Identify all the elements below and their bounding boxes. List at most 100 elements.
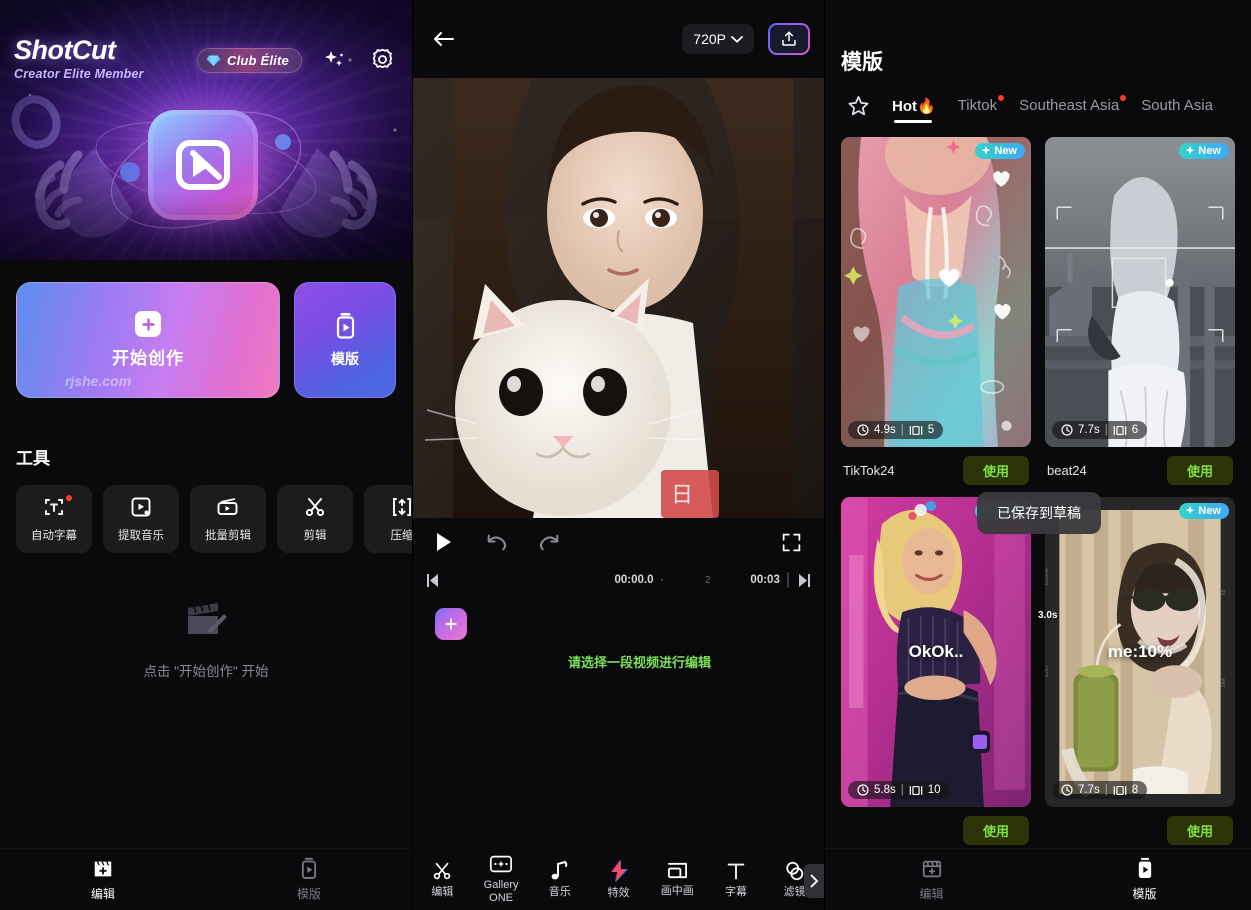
template-overlay-text: me:10% bbox=[1108, 642, 1172, 662]
tool-label: 自动字幕 bbox=[31, 527, 77, 543]
export-button[interactable] bbox=[768, 23, 810, 55]
toolbar-scroll-right-button[interactable] bbox=[804, 864, 824, 898]
tab-south-asia[interactable]: South Asia bbox=[1141, 97, 1213, 122]
nav-item-edit[interactable]: 编辑 bbox=[825, 858, 1038, 902]
template-thumbnail[interactable]: OkOk.. New 5.8s | 10 bbox=[841, 497, 1031, 807]
template-card: KODAK 5207 38 38A me:10% New bbox=[1045, 497, 1235, 845]
total-time: 00:03 bbox=[750, 574, 779, 586]
batch-edit-icon bbox=[215, 495, 241, 519]
ctool-label: 画中画 bbox=[661, 885, 694, 898]
resolution-selector[interactable]: 720P bbox=[682, 24, 754, 54]
resolution-value: 720P bbox=[693, 31, 726, 47]
watermark: rjshe.com bbox=[65, 373, 131, 389]
template-name: beat24 bbox=[1047, 463, 1087, 478]
card-footer: beat24 使用 bbox=[1045, 447, 1235, 485]
start-create-label: 开始创作 bbox=[112, 344, 184, 369]
auto-caption-icon bbox=[42, 495, 66, 519]
tool-label: 压缩 bbox=[391, 527, 413, 543]
use-template-button[interactable]: 使用 bbox=[1167, 816, 1233, 845]
template-card: New 4.9s | 5 TikTok24 bbox=[841, 137, 1031, 485]
tool-cut[interactable]: 剪辑 bbox=[277, 485, 353, 553]
tab-label: Tiktok bbox=[958, 97, 997, 114]
clip-count-icon bbox=[909, 425, 923, 436]
playback-controls bbox=[413, 518, 824, 566]
brand-title: ShotCut bbox=[14, 35, 144, 66]
ctool-label: 特效 bbox=[608, 887, 630, 900]
template-thumbnail[interactable]: KODAK 5207 38 38A me:10% New bbox=[1045, 497, 1235, 807]
tab-label: Hot🔥 bbox=[892, 98, 936, 115]
ctool-pip[interactable]: 画中画 bbox=[648, 860, 707, 898]
sparkle-icon[interactable] bbox=[322, 48, 346, 77]
undo-button[interactable] bbox=[485, 532, 507, 552]
play-button[interactable] bbox=[435, 532, 453, 552]
clock-icon bbox=[857, 424, 869, 436]
fullscreen-button[interactable] bbox=[781, 532, 802, 553]
card-footer: 使用 bbox=[841, 807, 1031, 845]
timeline-track-music: 音乐 bbox=[413, 789, 824, 831]
svg-text:KODAK: KODAK bbox=[1045, 567, 1050, 585]
ctool-gallery-one[interactable]: Gallery ONE bbox=[472, 853, 531, 904]
back-button[interactable] bbox=[427, 22, 461, 56]
template-overlay-text: OkOk.. bbox=[909, 642, 964, 662]
diamond-icon bbox=[206, 54, 221, 67]
nav-label: 编辑 bbox=[91, 885, 115, 902]
tool-label: 剪辑 bbox=[304, 527, 327, 543]
redo-icon bbox=[539, 532, 561, 552]
template-meta: 4.9s | 5 bbox=[848, 421, 943, 439]
prev-frame-icon[interactable] bbox=[427, 574, 441, 587]
duration-value: 4.9s bbox=[874, 424, 896, 436]
use-template-button[interactable]: 使用 bbox=[1167, 456, 1233, 485]
use-template-button[interactable]: 使用 bbox=[963, 816, 1029, 845]
extract-audio-icon bbox=[129, 495, 153, 519]
empty-state-text: 点击 "开始创作" 开始 bbox=[143, 660, 268, 680]
gallery-one-icon bbox=[489, 853, 513, 875]
clock-icon bbox=[1061, 784, 1073, 796]
tool-batch-edit[interactable]: 批量剪辑 bbox=[190, 485, 266, 553]
club-elite-badge[interactable]: Club Élite bbox=[197, 48, 302, 73]
ctool-subtitle[interactable]: 字幕 bbox=[707, 860, 766, 899]
tool-extract-audio[interactable]: 提取音乐 bbox=[103, 485, 179, 553]
tab-hot[interactable]: Hot🔥 bbox=[892, 97, 936, 123]
nav-item-template[interactable]: 模版 bbox=[206, 857, 412, 902]
brand-subtitle: Creator Elite Member bbox=[14, 67, 144, 81]
lightning-effect-icon bbox=[608, 859, 630, 883]
editor-toolbar: 编辑 Gallery ONE 音乐 bbox=[413, 848, 824, 910]
clapperboard-pencil-icon bbox=[184, 600, 228, 642]
tool-compress[interactable]: 压缩 bbox=[364, 485, 412, 553]
ctool-effect[interactable]: 特效 bbox=[589, 859, 648, 900]
use-template-button[interactable]: 使用 bbox=[963, 456, 1029, 485]
nav-item-edit[interactable]: 编辑 bbox=[0, 858, 206, 902]
ctool-label: 音乐 bbox=[549, 886, 571, 899]
chevron-right-icon bbox=[809, 874, 819, 888]
nav-item-template[interactable]: 模版 bbox=[1038, 857, 1251, 902]
next-frame-icon[interactable] bbox=[796, 574, 810, 587]
tab-southeast-asia[interactable]: Southeast Asia bbox=[1019, 97, 1119, 122]
timeline: 3.0s bbox=[413, 594, 824, 829]
right-panel: 模版 Hot🔥 Tiktok Southeast Asia South Asia bbox=[824, 0, 1251, 910]
tab-tiktok[interactable]: Tiktok bbox=[958, 97, 997, 122]
sparkle-icon bbox=[981, 146, 991, 156]
start-create-button[interactable]: 开始创作 rjshe.com bbox=[16, 282, 280, 398]
template-thumbnail[interactable]: New 4.9s | 5 bbox=[841, 137, 1031, 447]
filter-icon bbox=[784, 860, 806, 882]
redo-button[interactable] bbox=[539, 532, 561, 552]
video-preview[interactable]: 日 bbox=[413, 78, 825, 518]
tool-auto-caption[interactable]: 自动字幕 bbox=[16, 485, 92, 553]
play-icon bbox=[435, 532, 453, 552]
pip-icon bbox=[666, 860, 689, 881]
sparkle-icon bbox=[1185, 506, 1195, 516]
star-icon[interactable] bbox=[847, 94, 870, 117]
right-bottom-nav: 编辑 模版 bbox=[825, 848, 1251, 910]
new-badge-label: New bbox=[994, 145, 1017, 157]
nav-label: 模版 bbox=[1132, 885, 1156, 902]
saved-to-drafts-toast: 已保存到草稿 bbox=[977, 492, 1101, 534]
gear-icon[interactable] bbox=[370, 47, 395, 77]
ctool-edit[interactable]: 编辑 bbox=[413, 860, 472, 899]
template-thumbnail[interactable]: New 7.7s | 6 bbox=[1045, 137, 1235, 447]
club-elite-label: Club Élite bbox=[227, 53, 289, 68]
template-meta: 7.7s | 8 bbox=[1052, 781, 1147, 799]
card-footer: TikTok24 使用 bbox=[841, 447, 1031, 485]
template-button[interactable]: 模版 bbox=[294, 282, 396, 398]
timeline-add-media-button[interactable] bbox=[435, 608, 467, 640]
ctool-music[interactable]: 音乐 bbox=[530, 860, 589, 899]
